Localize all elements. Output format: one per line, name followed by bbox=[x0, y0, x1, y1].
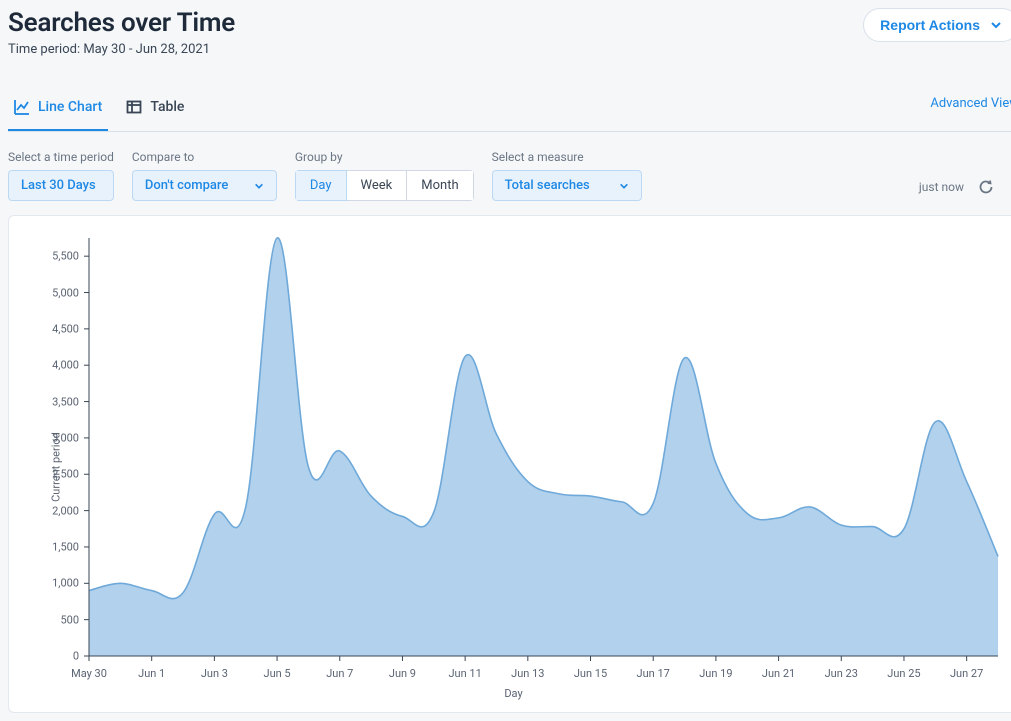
compare-select[interactable]: Don't compare bbox=[132, 170, 277, 201]
y-tick-label: 1,500 bbox=[19, 540, 79, 553]
tab-line-chart[interactable]: Line Chart bbox=[8, 89, 108, 131]
chevron-down-icon bbox=[619, 181, 629, 191]
x-tick-label: Jun 27 bbox=[950, 667, 983, 680]
advanced-view-link[interactable]: Advanced View bbox=[930, 96, 1011, 125]
group-by-label: Group by bbox=[295, 150, 474, 164]
x-tick-label: Jun 5 bbox=[264, 667, 291, 680]
measure-select[interactable]: Total searches bbox=[492, 170, 642, 201]
measure-label: Select a measure bbox=[492, 150, 642, 164]
tab-label: Line Chart bbox=[38, 99, 102, 115]
x-tick-label: Jun 25 bbox=[887, 667, 920, 680]
compare-label: Compare to bbox=[132, 150, 277, 164]
y-tick-label: 1,000 bbox=[19, 577, 79, 590]
time-period-select[interactable]: Last 30 Days bbox=[8, 170, 114, 201]
y-tick-label: 500 bbox=[19, 613, 79, 626]
group-by-week[interactable]: Week bbox=[347, 170, 408, 201]
time-period-label: Select a time period bbox=[8, 150, 114, 164]
y-tick-label: 5,500 bbox=[19, 250, 79, 263]
refresh-icon bbox=[978, 179, 994, 195]
y-tick-label: 0 bbox=[19, 650, 79, 663]
y-tick-label: 2,000 bbox=[19, 504, 79, 517]
x-tick-label: Jun 11 bbox=[448, 667, 481, 680]
chart-plot-area[interactable] bbox=[89, 238, 998, 656]
x-tick-label: Jun 3 bbox=[201, 667, 228, 680]
x-tick-label: Jun 21 bbox=[762, 667, 795, 680]
chart-card: Current period 05001,0001,5002,0002,5003… bbox=[8, 215, 1011, 713]
line-chart-icon bbox=[14, 99, 30, 115]
x-tick-label: Jun 7 bbox=[326, 667, 353, 680]
x-tick-label: Jun 15 bbox=[574, 667, 607, 680]
y-tick-label: 3,500 bbox=[19, 395, 79, 408]
y-tick-label: 2,500 bbox=[19, 468, 79, 481]
chevron-down-icon bbox=[990, 19, 1002, 31]
chevron-down-icon bbox=[254, 181, 264, 191]
tab-table[interactable]: Table bbox=[120, 89, 190, 131]
y-tick-label: 3,000 bbox=[19, 431, 79, 444]
x-tick-label: Jun 17 bbox=[637, 667, 670, 680]
x-tick-label: Jun 19 bbox=[699, 667, 732, 680]
x-tick-label: Jun 23 bbox=[825, 667, 858, 680]
y-tick-label: 5,000 bbox=[19, 286, 79, 299]
compare-value: Don't compare bbox=[145, 178, 228, 193]
y-tick-label: 4,500 bbox=[19, 322, 79, 335]
x-axis-title: Day bbox=[25, 687, 1002, 700]
time-period-subtitle: Time period: May 30 - Jun 28, 2021 bbox=[8, 42, 235, 57]
report-actions-button[interactable]: Report Actions bbox=[863, 8, 1011, 42]
x-tick-label: Jun 13 bbox=[511, 667, 544, 680]
group-by-month[interactable]: Month bbox=[407, 170, 473, 201]
refresh-button[interactable] bbox=[978, 179, 994, 195]
table-icon bbox=[126, 99, 142, 115]
report-actions-label: Report Actions bbox=[880, 17, 980, 33]
group-by-segmented: Day Week Month bbox=[295, 170, 474, 201]
tab-label: Table bbox=[150, 99, 184, 115]
x-tick-label: Jun 1 bbox=[138, 667, 165, 680]
x-tick-label: Jun 9 bbox=[389, 667, 416, 680]
page-title: Searches over Time bbox=[8, 8, 235, 38]
measure-value: Total searches bbox=[505, 178, 590, 193]
y-tick-label: 4,000 bbox=[19, 359, 79, 372]
last-updated-text: just now bbox=[919, 180, 964, 194]
time-period-value: Last 30 Days bbox=[21, 178, 96, 193]
x-tick-label: May 30 bbox=[71, 667, 107, 680]
group-by-day[interactable]: Day bbox=[295, 170, 347, 201]
